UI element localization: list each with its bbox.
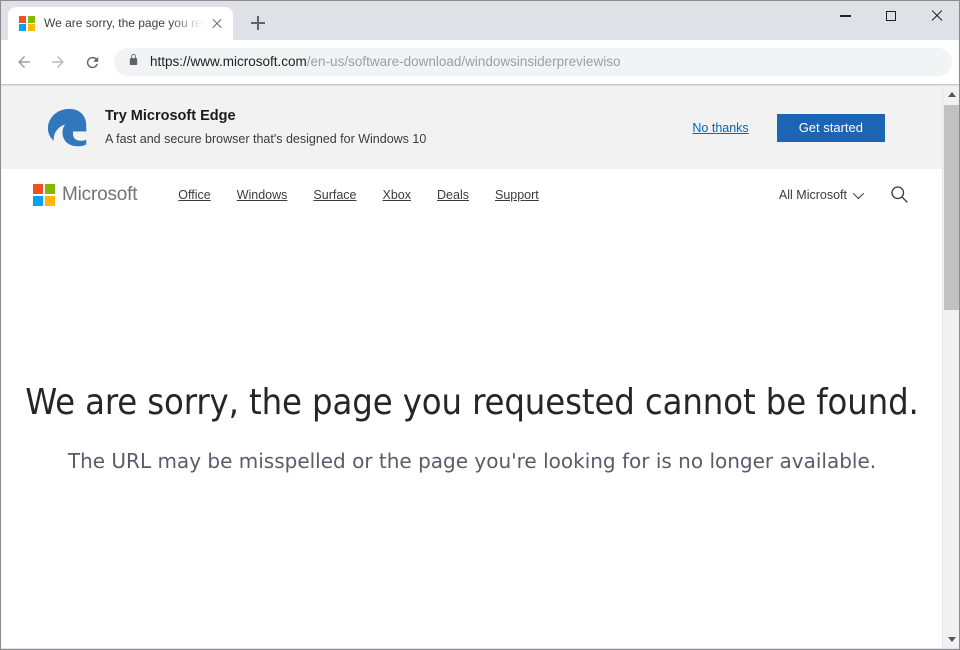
- maximize-button[interactable]: [868, 0, 914, 32]
- microsoft-logo-icon: [33, 184, 55, 206]
- browser-tab[interactable]: We are sorry, the page you reque: [8, 7, 233, 40]
- edge-promo-title: Try Microsoft Edge: [105, 108, 236, 124]
- microsoft-logo-icon: [19, 15, 35, 32]
- lock-icon: [128, 53, 139, 71]
- minimize-button[interactable]: [822, 0, 868, 32]
- chevron-down-icon: [852, 187, 865, 200]
- get-started-button[interactable]: Get started: [776, 113, 885, 142]
- nav-right-cluster: All Microsoft: [779, 184, 911, 206]
- tabstrip-left-edge: [0, 0, 8, 40]
- all-microsoft-dropdown[interactable]: All Microsoft: [778, 187, 865, 202]
- browser-toolbar: https://www.microsoft.com/en-us/software…: [0, 40, 960, 117]
- edge-promo-banner: Try Microsoft Edge A fast and secure bro…: [1, 86, 943, 169]
- browser-window: We are sorry, the page you reque https:/…: [0, 0, 960, 650]
- close-icon[interactable]: [209, 16, 225, 32]
- scroll-up-button[interactable]: [943, 86, 960, 103]
- forward-button[interactable]: [44, 48, 72, 76]
- nav-link-office[interactable]: Office: [165, 188, 223, 202]
- url-text: https://www.microsoft.com/en-us/software…: [150, 48, 620, 76]
- url-path: /en-us/software-download/windowsinsiderp…: [306, 54, 621, 69]
- nav-links: Office Windows Surface Xbox Deals Suppor…: [165, 188, 551, 202]
- new-tab-button[interactable]: [244, 9, 272, 37]
- error-content: We are sorry, the page you requested can…: [1, 221, 943, 475]
- chevron-down-icon: [947, 637, 956, 642]
- nav-link-deals[interactable]: Deals: [424, 188, 482, 202]
- window-controls: [822, 0, 960, 32]
- search-button[interactable]: [889, 184, 911, 206]
- edge-promo-subtitle: A fast and secure browser that's designe…: [105, 132, 427, 146]
- back-arrow-icon: [18, 56, 30, 68]
- nav-link-xbox[interactable]: Xbox: [370, 188, 425, 202]
- microsoft-wordmark: Microsoft: [62, 184, 138, 205]
- reload-icon: [86, 56, 98, 68]
- error-subtitle: The URL may be misspelled or the page yo…: [67, 449, 877, 473]
- forward-arrow-icon: [52, 56, 64, 68]
- back-button[interactable]: [10, 48, 38, 76]
- tab-title: We are sorry, the page you reque: [44, 16, 205, 30]
- microsoft-global-nav: Microsoft Office Windows Surface Xbox De…: [1, 169, 943, 221]
- nav-link-windows[interactable]: Windows: [224, 188, 301, 202]
- url-host: https://www.microsoft.com: [150, 54, 307, 69]
- no-thanks-link[interactable]: No thanks: [692, 121, 748, 135]
- vertical-scrollbar[interactable]: [942, 86, 959, 648]
- microsoft-logo[interactable]: Microsoft: [33, 184, 137, 206]
- chevron-up-icon: [947, 92, 956, 97]
- close-window-button[interactable]: [914, 0, 960, 32]
- all-microsoft-label: All Microsoft: [778, 188, 847, 202]
- page-title: We are sorry, the page you requested can…: [25, 382, 919, 423]
- scrollbar-thumb[interactable]: [944, 105, 959, 310]
- maximize-icon: [886, 11, 896, 21]
- reload-button[interactable]: [78, 48, 106, 76]
- page-viewport: Try Microsoft Edge A fast and secure bro…: [1, 86, 943, 648]
- search-icon: [891, 186, 908, 203]
- nav-link-support[interactable]: Support: [482, 188, 552, 202]
- tab-strip: We are sorry, the page you reque: [0, 0, 960, 40]
- edge-promo-text: Try Microsoft Edge A fast and secure bro…: [105, 106, 692, 149]
- edge-logo-icon: [46, 105, 92, 151]
- close-icon: [931, 10, 943, 22]
- minimize-icon: [839, 15, 851, 17]
- address-bar[interactable]: https://www.microsoft.com/en-us/software…: [114, 48, 952, 76]
- nav-link-surface[interactable]: Surface: [300, 188, 369, 202]
- scroll-down-button[interactable]: [943, 631, 960, 648]
